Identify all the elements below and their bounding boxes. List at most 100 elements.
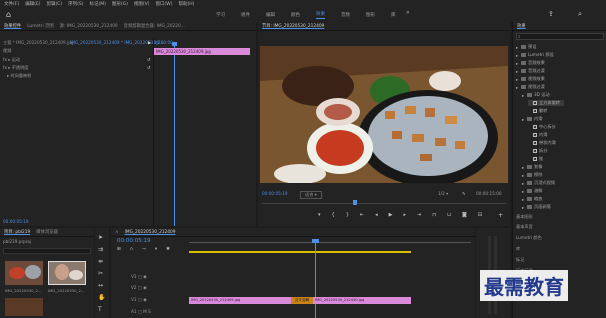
export-frame-icon[interactable]: ◙ [462, 212, 467, 222]
effects-tree-item[interactable]: ▸ 音频过渡 [516, 68, 545, 74]
panel-markers[interactable]: 标记 [516, 257, 524, 263]
program-playhead[interactable] [353, 200, 357, 205]
menu-view[interactable]: 视图(V) [134, 1, 150, 7]
chevron-right-icon[interactable]: ▸ [516, 69, 519, 74]
chevron-right-icon[interactable]: ▸ [522, 173, 525, 178]
workspace-audio[interactable]: 音频 [341, 12, 350, 18]
project-thumb-selected[interactable] [48, 261, 86, 285]
effects-search-input[interactable]: ⌕ [516, 33, 604, 40]
menu-sequence[interactable]: 序列(S) [68, 1, 83, 7]
chevron-right-icon[interactable]: ▸ [516, 61, 519, 66]
cross-dissolve-transition[interactable]: 交叉溶解 [291, 297, 313, 304]
track-header-v1[interactable]: V1 ▢ ◉ [131, 297, 147, 302]
reset-icon[interactable]: ↺ [147, 65, 151, 70]
effects-tree-item[interactable]: ▸ 3D 运动 [522, 92, 550, 98]
menu-help[interactable]: 帮助(H) [178, 1, 194, 7]
tab-audio-clip-mixer[interactable]: 音频剪辑混合器: IMG_20220... [124, 23, 185, 29]
tab-lumetri-scopes[interactable]: Lumetri 范围 [27, 23, 53, 29]
selection-tool-icon[interactable]: ➤ [98, 234, 103, 241]
workspace-effects[interactable]: 效果 [316, 11, 325, 19]
effects-tree-item[interactable]: ▸ 页面剥落 [522, 204, 551, 210]
effects-tree-item[interactable]: 翻转 [528, 108, 547, 114]
timeline-ruler[interactable] [189, 242, 471, 243]
chevron-right-icon[interactable]: ▸ [516, 85, 519, 90]
step-forward-icon[interactable]: ▸ [403, 212, 406, 222]
prop-opacity[interactable]: fx ▸ 不透明度 [3, 65, 28, 71]
home-icon[interactable]: ⌂ [6, 10, 14, 19]
menu-marker[interactable]: 标记(M) [90, 1, 106, 7]
project-thumb[interactable] [5, 261, 43, 285]
effects-tree-item[interactable]: ▸ 擦除 [522, 172, 542, 178]
effects-tree-item[interactable]: 立方体旋转 [528, 100, 564, 106]
prop-time-remap[interactable]: ▸ 时间重映射 [3, 73, 31, 79]
wrench-icon[interactable]: ✎ [462, 191, 466, 196]
razor-tool-icon[interactable]: ✂ [98, 270, 103, 277]
menu-file[interactable]: 文件(F) [4, 1, 19, 7]
more-workspaces-icon[interactable]: » [406, 9, 410, 16]
chevron-right-icon[interactable]: ▸ [522, 205, 525, 210]
linked-icon[interactable]: ⊸ [142, 247, 146, 253]
chevron-right-icon[interactable]: ▸ [522, 93, 525, 98]
add-button-icon[interactable]: + [498, 212, 503, 219]
track-header-v2[interactable]: V2 ▢ ◉ [131, 285, 147, 290]
chevron-right-icon[interactable]: ▸ [522, 165, 525, 170]
hand-tool-icon[interactable]: ✋ [98, 294, 105, 301]
menu-window[interactable]: 窗口(W) [156, 1, 173, 7]
close-icon[interactable]: × [115, 230, 119, 235]
prop-motion[interactable]: fx ▸ 运动 [3, 57, 20, 63]
effects-tree-item[interactable]: 推 [528, 156, 543, 162]
play-button[interactable]: ▶ [389, 212, 393, 222]
resolution-select[interactable]: 1/2 ▾ [438, 191, 448, 196]
timeline-clip-1[interactable]: IMG_20220530_212409.jpg [189, 297, 291, 304]
workspace-assembly[interactable]: 组件 [241, 12, 250, 18]
slip-tool-icon[interactable]: ↔ [98, 282, 103, 289]
effects-tree-item[interactable]: ▸ 预设 [516, 44, 536, 50]
chevron-right-icon[interactable]: ▸ [522, 197, 525, 202]
effects-tree-item[interactable]: 带状内滑 [528, 140, 556, 146]
menu-edit[interactable]: 编辑(E) [25, 1, 40, 7]
panel-libraries[interactable]: 库 [516, 246, 520, 252]
project-thumb[interactable] [5, 298, 43, 316]
effects-tree-item[interactable]: 中心拆分 [528, 124, 556, 130]
chevron-right-icon[interactable]: ▸ [516, 53, 519, 58]
workspace-libraries[interactable]: 库 [391, 12, 396, 18]
timeline-playhead[interactable] [315, 241, 316, 318]
workspace-learn[interactable]: 学习 [216, 12, 225, 18]
effects-tree-item[interactable]: ▸ 音频效果 [516, 60, 545, 66]
zoom-fit-select[interactable]: 适合 ▾ [300, 191, 322, 199]
panel-essential-graphics[interactable]: 基本图形 [516, 214, 533, 220]
nest-icon[interactable]: ⊞ [117, 247, 121, 253]
tab-source[interactable]: 源: IMG_20220530_212409 [60, 23, 118, 29]
chevron-right-icon[interactable]: ▸ [522, 181, 525, 186]
tab-effect-controls[interactable]: 效果控件 [4, 23, 21, 29]
track-header-a1[interactable]: A1 ▢ M S [131, 309, 151, 314]
work-area-bar[interactable] [189, 251, 411, 253]
program-title[interactable]: 节目: IMG_20220530_212409 [262, 23, 324, 29]
mark-out-icon[interactable]: } [346, 212, 349, 222]
chevron-right-icon[interactable]: ▸ [516, 77, 519, 82]
chevron-right-icon[interactable]: ▸ [522, 117, 525, 122]
effects-tree-item[interactable]: ▸ Lumetri 预设 [516, 52, 554, 58]
effects-tree-item[interactable]: ▸ 缩放 [522, 196, 542, 202]
add-marker-icon[interactable]: ▾ [155, 247, 157, 253]
effects-tree-item[interactable]: 内滑 [528, 132, 547, 138]
effect-clip-bar[interactable]: IMG_20220530_212409.jpg [154, 48, 250, 55]
panel-lumetri-color[interactable]: Lumetri 颜色 [516, 235, 542, 241]
ripple-edit-tool-icon[interactable]: ⇹ [98, 258, 103, 265]
share-icon[interactable]: ⇪ [548, 10, 554, 18]
effects-tree-item[interactable]: ▸ 划像 [522, 164, 542, 170]
panel-essential-sound[interactable]: 基本声音 [516, 224, 533, 230]
extract-icon[interactable]: ⊔ [447, 212, 451, 222]
lift-icon[interactable]: ⊓ [432, 212, 436, 222]
play-icon[interactable]: ▶ [148, 40, 151, 45]
chevron-right-icon[interactable]: ▸ [516, 45, 519, 50]
reset-icon[interactable]: ↺ [147, 57, 151, 62]
go-to-out-icon[interactable]: ⇥ [417, 212, 421, 222]
settings-icon[interactable]: ✱ [166, 247, 170, 253]
type-tool-icon[interactable]: T [98, 306, 102, 313]
project-search-input[interactable] [3, 248, 91, 254]
step-back-icon[interactable]: ◂ [375, 212, 378, 222]
playhead-handle[interactable] [172, 42, 177, 46]
menu-graphics[interactable]: 图形(G) [112, 1, 128, 7]
mark-in-icon[interactable]: { [332, 212, 335, 222]
